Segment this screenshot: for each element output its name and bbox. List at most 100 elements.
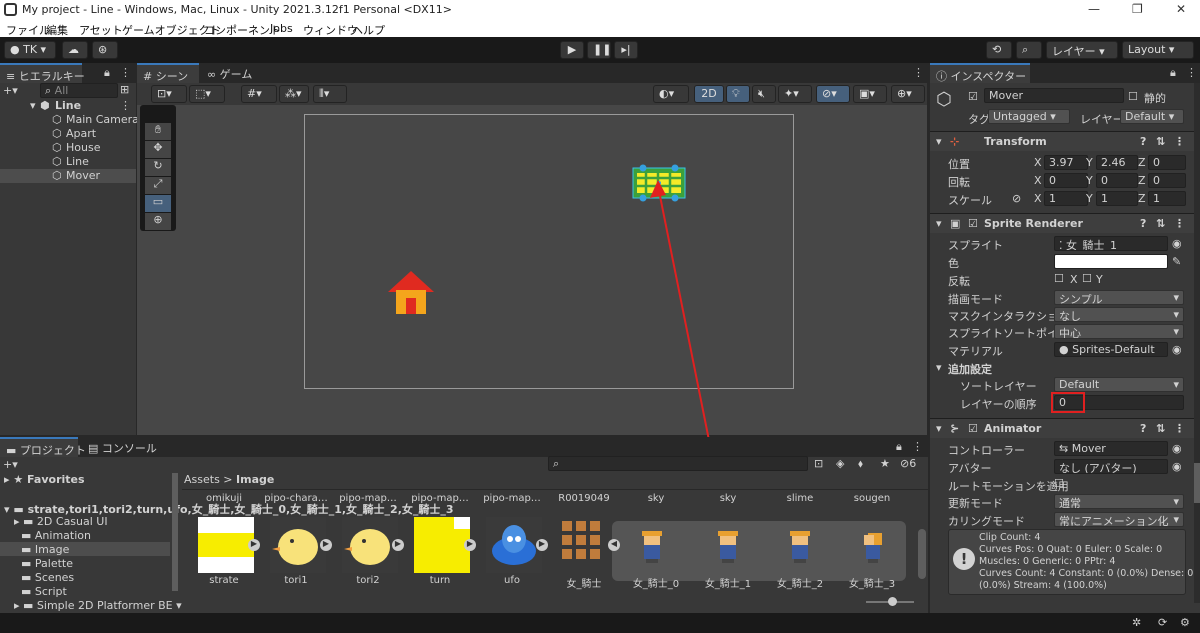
object-picker-icon[interactable]: ◉ xyxy=(1172,237,1182,250)
sprite-field[interactable]: ⁚ 女_騎士_1 xyxy=(1054,236,1168,251)
chevron-down-icon[interactable]: ▾ xyxy=(936,135,942,148)
asset-thumb-tori1[interactable] xyxy=(270,517,326,573)
avatar-field[interactable]: なし (アバター) xyxy=(1054,459,1168,474)
asset-thumb-knight-sheet[interactable] xyxy=(558,517,614,573)
menu-assets[interactable]: アセット xyxy=(79,22,123,38)
asset-thumb-ufo[interactable] xyxy=(486,517,542,573)
scrollbar-thumb[interactable] xyxy=(1194,463,1200,503)
scene-more-icon[interactable]: ⋮ xyxy=(120,99,131,112)
rotate-tool-icon[interactable]: ↻ xyxy=(145,159,171,176)
expand-arrow-icon[interactable]: ▶ xyxy=(392,539,404,551)
sort-layer-dropdown[interactable]: Default ▾ xyxy=(1054,377,1184,392)
tree-scrollbar[interactable] xyxy=(172,473,178,591)
hierarchy-item-main-camera[interactable]: ⬡ Main Camera xyxy=(0,113,139,127)
asset-thumb-knight-3[interactable] xyxy=(850,527,894,567)
flip-x-checkbox[interactable]: ☐ xyxy=(1054,272,1064,285)
folder-palette[interactable]: ▬ Palette xyxy=(14,557,73,570)
menu-file[interactable]: ファイル xyxy=(6,22,50,38)
asset-thumb-tori2[interactable] xyxy=(342,517,398,573)
asset-scrollbar[interactable] xyxy=(918,529,926,579)
progress-icon[interactable]: ⟳ xyxy=(1158,616,1167,629)
more-icon[interactable]: ⋮ xyxy=(1174,422,1185,435)
folder-image[interactable]: ▬ Image xyxy=(14,543,69,556)
project-search-input[interactable]: ⌕ xyxy=(548,456,808,471)
hidden-packages-icon[interactable]: ⊘6 xyxy=(900,457,916,470)
collab-icon[interactable]: ⊛ xyxy=(92,41,118,59)
preset-icon[interactable]: ⇅ xyxy=(1156,135,1165,148)
hierarchy-item-line[interactable]: ⬡ Line xyxy=(0,155,136,169)
menu-help[interactable]: ヘルプ xyxy=(352,22,385,38)
sprite-renderer-header[interactable]: ▾ ▣ ☑ Sprite Renderer ? ⇅ ⋮ xyxy=(930,213,1200,233)
create-icon[interactable]: +▾ xyxy=(3,458,18,471)
maximize-icon[interactable]: ❐ xyxy=(1132,2,1143,16)
menu-jobs[interactable]: Jobs xyxy=(270,22,293,35)
animator-header[interactable]: ▾ ⊱ ☑ Animator ? ⇅ ⋮ xyxy=(930,418,1200,438)
tag-dropdown[interactable]: Untagged ▾ xyxy=(988,109,1070,124)
folder-scenes[interactable]: ▬ Scenes xyxy=(14,571,74,584)
gizmos-dropdown[interactable]: ⊕▾ xyxy=(891,85,925,103)
play-icon[interactable]: ▶ xyxy=(560,41,584,59)
mode-2d-button[interactable]: 2D xyxy=(694,85,724,103)
audio-icon[interactable]: 🔇︎ xyxy=(752,85,776,103)
more-icon[interactable]: ⋮ xyxy=(120,66,131,79)
zoom-slider[interactable] xyxy=(866,597,914,606)
lock-icon[interactable]: 🔒︎ xyxy=(1170,66,1176,80)
draw-mode-dropdown[interactable]: シンプル ▾ xyxy=(1054,290,1184,305)
help-icon[interactable]: ? xyxy=(1140,217,1146,230)
position-z-field[interactable]: 0 xyxy=(1148,155,1186,170)
visibility-dropdown[interactable]: ⊘▾ xyxy=(816,85,850,103)
folder-2d-casual-ui[interactable]: ▸ ▬ 2D Casual UI xyxy=(14,515,108,528)
root-motion-checkbox[interactable]: ☐ xyxy=(1054,477,1064,490)
color-field[interactable] xyxy=(1054,254,1168,269)
rotation-x-field[interactable]: 0 xyxy=(1044,173,1088,188)
search-by-type-icon[interactable]: ⊡ xyxy=(814,457,823,470)
zoom-slider-handle[interactable] xyxy=(888,597,897,606)
expand-arrow-icon[interactable]: ▶ xyxy=(464,539,476,551)
eyedropper-icon[interactable]: ✎ xyxy=(1172,255,1181,268)
object-picker-icon[interactable]: ◉ xyxy=(1172,460,1182,473)
step-icon[interactable]: ▸| xyxy=(614,41,638,59)
hierarchy-item-mover[interactable]: ⬡ Mover xyxy=(0,169,136,183)
update-mode-dropdown[interactable]: 通常 ▾ xyxy=(1054,494,1184,509)
sort-point-dropdown[interactable]: 中心 ▾ xyxy=(1054,324,1184,339)
enabled-checkbox[interactable]: ☑ xyxy=(968,422,978,435)
more-icon[interactable]: ⋮ xyxy=(1174,135,1185,148)
tab-inspector[interactable]: ⓘ インスペクター xyxy=(930,63,1030,83)
link-icon[interactable]: ⊘ xyxy=(1012,192,1021,205)
more-icon[interactable]: ⋮ xyxy=(913,66,924,79)
scale-tool-icon[interactable]: ⤢ xyxy=(145,177,171,194)
move-tool-icon[interactable]: ✥ xyxy=(145,141,171,158)
more-icon[interactable]: ⋮ xyxy=(1186,66,1197,79)
grid-dropdown[interactable]: #▾ xyxy=(241,85,277,103)
hand-tool-icon[interactable]: ✋︎ xyxy=(145,123,171,140)
inspector-scrollbar[interactable] xyxy=(1194,83,1200,603)
help-icon[interactable]: ? xyxy=(1140,422,1146,435)
transform-tool-icon[interactable]: ⊕ xyxy=(145,213,171,230)
chevron-down-icon[interactable]: ▾ xyxy=(936,422,942,435)
preset-icon[interactable]: ⇅ xyxy=(1156,217,1165,230)
transform-header[interactable]: ▾ ⊹ Transform ? ⇅ ⋮ xyxy=(930,131,1200,151)
material-field[interactable]: ● Sprites-Default xyxy=(1054,342,1168,357)
pause-icon[interactable]: ❚❚ xyxy=(587,41,611,59)
folder-animation[interactable]: ▬ Animation xyxy=(14,529,91,542)
expand-icon[interactable]: ▾ xyxy=(30,99,36,112)
breadcrumb-image[interactable]: Image xyxy=(236,473,274,486)
add-icon[interactable]: +▾ xyxy=(3,84,18,97)
hierarchy-scene-row[interactable]: ▾ ⬢ Line ⋮ xyxy=(0,99,136,113)
tab-scene[interactable]: # シーン xyxy=(137,63,199,83)
cloud-icon[interactable]: ☁ xyxy=(62,41,88,59)
breadcrumb-assets[interactable]: Assets xyxy=(184,473,220,486)
controller-field[interactable]: ⇆ Mover xyxy=(1054,441,1168,456)
chevron-down-icon[interactable]: ▾ xyxy=(936,361,942,374)
account-button[interactable]: ● TK ▾ xyxy=(4,41,56,59)
settings-icon[interactable]: ⚙ xyxy=(1180,616,1190,629)
more-icon[interactable]: ⋮ xyxy=(912,440,923,453)
mask-dropdown[interactable]: なし ▾ xyxy=(1054,307,1184,322)
position-y-field[interactable]: 2.46 xyxy=(1096,155,1138,170)
scale-y-field[interactable]: 1 xyxy=(1096,191,1138,206)
layers-dropdown[interactable]: レイヤー ▾ xyxy=(1046,41,1118,59)
pivot-dropdown[interactable]: ⬚▾ xyxy=(189,85,225,103)
layout-dropdown[interactable]: Layout ▾ xyxy=(1122,41,1194,59)
increment-dropdown[interactable]: ⦀▾ xyxy=(313,85,347,103)
expand-arrow-icon[interactable]: ▶ xyxy=(320,539,332,551)
